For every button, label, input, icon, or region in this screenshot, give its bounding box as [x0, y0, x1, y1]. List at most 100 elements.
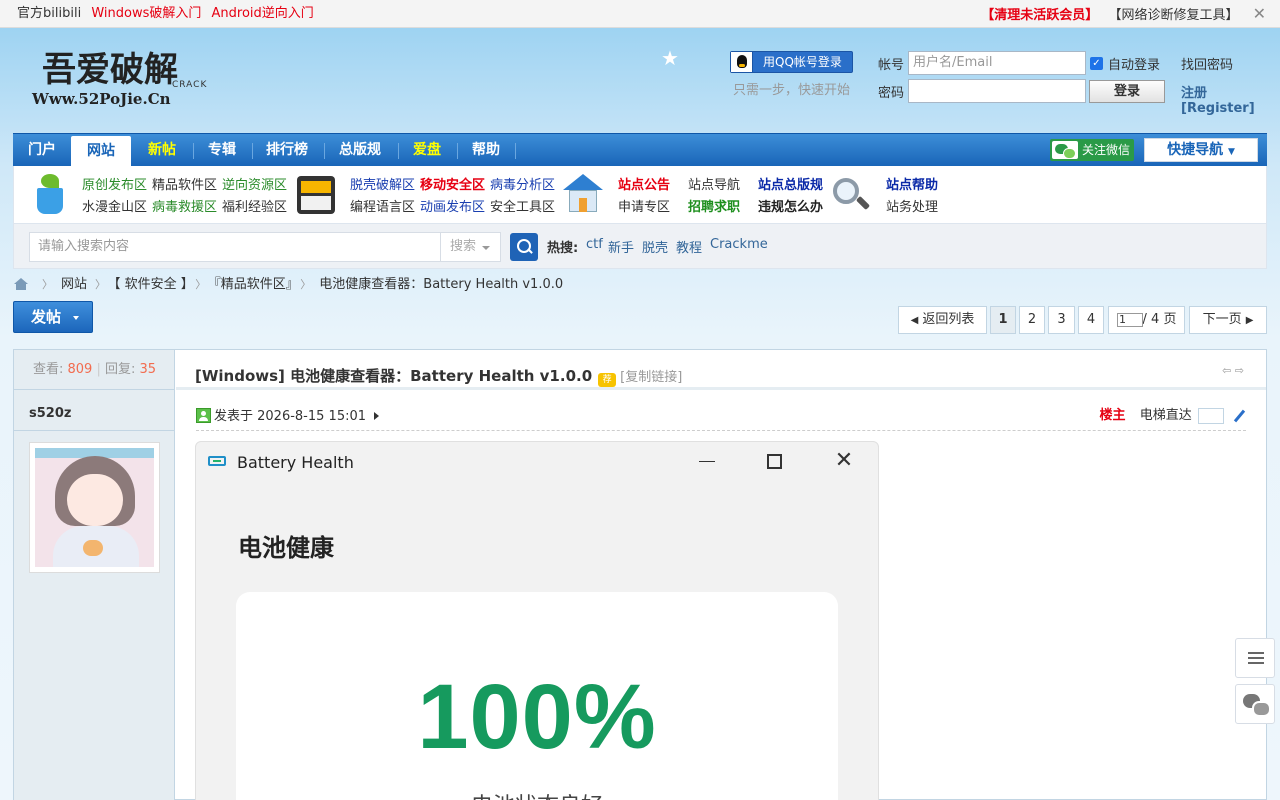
floating-menu-button[interactable]	[1235, 638, 1275, 678]
hot-search-crackme[interactable]: Crackme	[710, 237, 768, 252]
site-affairs[interactable]: 站务处理	[886, 196, 938, 215]
divider	[14, 430, 175, 431]
hot-search-label: 热搜:	[547, 241, 579, 256]
magnifier-icon	[831, 176, 871, 214]
account-input[interactable]: 用户名/Email	[908, 51, 1086, 75]
main-nav: 门户 网站 新帖 专辑 排行榜 总版规 爱盘 帮助 关注微信 快捷导航 ▼	[13, 133, 1267, 167]
forum-original-release[interactable]: 原创发布区	[82, 174, 147, 193]
nav-item-ranking[interactable]: 排行榜	[258, 134, 316, 167]
follow-wechat-button[interactable]: 关注微信	[1050, 139, 1134, 161]
page-1[interactable]: 1	[990, 306, 1016, 334]
hot-search-newbie[interactable]: 新手	[608, 237, 634, 256]
forum-mobile-security[interactable]: 移动安全区	[420, 174, 485, 193]
auto-login-label: 自动登录	[1108, 58, 1161, 73]
nav-item-rules[interactable]: 总版规	[331, 134, 389, 167]
site-navigation[interactable]: 站点导航	[688, 174, 740, 193]
author-name[interactable]: s520z	[29, 406, 71, 421]
copy-link-button[interactable]: [复制链接]	[620, 370, 682, 385]
page-3[interactable]: 3	[1048, 306, 1075, 334]
elevator-input[interactable]	[1197, 407, 1224, 424]
login-button[interactable]: 登录	[1089, 80, 1165, 103]
battery-app-icon	[208, 456, 226, 466]
site-logo[interactable]: 吾爱破解 Www.52PoJie.Cn CRACK	[30, 44, 220, 116]
hot-search-ctf[interactable]: ctf	[586, 237, 603, 252]
nav-item-help[interactable]: 帮助	[463, 134, 509, 167]
recommend-icon: 荐	[598, 373, 617, 387]
forum-welfare-experience[interactable]: 福利经验区	[222, 196, 287, 215]
page-jump-input[interactable]: 1	[1117, 313, 1143, 327]
forum-reverse-resources[interactable]: 逆向资源区	[222, 174, 287, 193]
android-reverse-link[interactable]: Android逆向入门	[212, 6, 314, 21]
nav-item-albums[interactable]: 专辑	[199, 134, 245, 167]
house-icon	[563, 174, 603, 214]
logo-crack: CRACK	[172, 80, 208, 90]
hot-search-tutorial[interactable]: 教程	[676, 237, 702, 256]
breadcrumb-website[interactable]: 网站	[61, 277, 87, 292]
quick-nav-dropdown[interactable]: 快捷导航 ▼	[1144, 138, 1258, 162]
qq-login-button[interactable]: 用QQ帐号登录	[730, 51, 853, 73]
new-post-button[interactable]: 发帖	[13, 301, 93, 333]
next-thread-icon[interactable]: ⇨	[1235, 364, 1244, 377]
app-titlebar: Battery Health ✕	[196, 442, 878, 482]
nav-item-portal[interactable]: 门户	[19, 134, 65, 167]
cleanup-members-link[interactable]: 【清理未活跃会员】	[981, 8, 1098, 23]
nav-divider	[324, 143, 325, 159]
site-general-rules[interactable]: 站点总版规	[758, 174, 823, 193]
expand-arrow-icon[interactable]	[374, 412, 380, 420]
breadcrumb-premium-software[interactable]: 『精品软件区』	[214, 277, 292, 292]
jobs-link[interactable]: 招聘求职	[688, 196, 740, 215]
forum-premium-software[interactable]: 精品软件区	[152, 174, 217, 193]
forum-unpack-crack[interactable]: 脱壳破解区	[350, 174, 415, 193]
windows-crack-link[interactable]: Windows破解入门	[91, 6, 201, 21]
forum-virus-rescue[interactable]: 病毒救援区	[152, 196, 217, 215]
thread-post: 查看: 809 | 回复: 35 s520z [Windows] 电池健康查看器…	[13, 349, 1267, 800]
nav-item-aipan[interactable]: 爱盘	[404, 134, 450, 167]
nav-divider	[457, 143, 458, 159]
plant-pot-icon	[33, 174, 67, 214]
post-meta: 发表于 2026-8-15 15:01	[196, 405, 380, 424]
total-pages: / 4 页	[1142, 312, 1177, 327]
auto-login-checkbox[interactable]: ✓	[1090, 57, 1103, 70]
search-button[interactable]	[510, 233, 538, 261]
application-zone[interactable]: 申请专区	[618, 196, 670, 215]
register-link[interactable]: 注册[Register]	[1181, 82, 1280, 116]
page-4[interactable]: 4	[1078, 306, 1104, 334]
breadcrumb-software-security[interactable]: 【 软件安全 】	[114, 277, 187, 292]
account-label: 帐号	[878, 58, 905, 73]
back-to-list-button[interactable]: ◀ 返回列表	[898, 306, 987, 334]
avatar[interactable]	[29, 442, 160, 573]
find-password-link[interactable]: 找回密码	[1181, 54, 1233, 73]
forum-water-flood[interactable]: 水漫金山区	[82, 196, 147, 215]
site-announcements[interactable]: 站点公告	[618, 174, 670, 193]
page-jump: 1 / 4 页	[1108, 306, 1185, 334]
search-input[interactable]: 请输入搜索内容	[29, 232, 441, 262]
nav-item-website[interactable]: 网站	[71, 136, 131, 167]
close-icon[interactable]: ✕	[1253, 4, 1266, 23]
forum-programming[interactable]: 编程语言区	[350, 196, 415, 215]
search-bar: 请输入搜索内容 搜索 热搜: ctf 新手 脱壳 教程 Crackme	[13, 224, 1267, 269]
network-repair-link[interactable]: 【网络诊断修复工具】	[1108, 8, 1238, 23]
site-help[interactable]: 站点帮助	[886, 174, 938, 193]
toolbox-icon	[297, 176, 335, 214]
forum-security-tools[interactable]: 安全工具区	[490, 196, 555, 215]
home-icon[interactable]	[14, 278, 28, 290]
page-2[interactable]: 2	[1019, 306, 1045, 334]
bilibili-link[interactable]: 官方bilibili	[17, 6, 81, 21]
floor-label: 楼主	[1099, 408, 1126, 423]
go-floor-icon[interactable]	[1232, 409, 1246, 423]
forum-animation-release[interactable]: 动画发布区	[420, 196, 485, 215]
wechat-icon	[1243, 694, 1271, 717]
battery-health-screenshot: Battery Health ✕ 电池健康 100% 电池状态良好	[195, 441, 879, 800]
hot-search-unpack[interactable]: 脱壳	[642, 237, 668, 256]
forum-quick-links: 原创发布区 精品软件区 逆向资源区 水漫金山区 病毒救援区 福利经验区 脱壳破解…	[13, 166, 1267, 224]
forum-virus-analysis[interactable]: 病毒分析区	[490, 174, 555, 193]
next-page-button[interactable]: 下一页 ▶	[1189, 306, 1267, 334]
violation-help[interactable]: 违规怎么办	[758, 196, 823, 215]
password-input[interactable]	[908, 79, 1086, 103]
search-type-select[interactable]: 搜索	[441, 232, 501, 262]
nav-item-new-posts[interactable]: 新帖	[139, 134, 185, 167]
prev-thread-icon[interactable]: ⇦	[1222, 364, 1231, 377]
floating-wechat-button[interactable]	[1235, 684, 1275, 724]
password-label: 密码	[878, 86, 905, 101]
app-title: Battery Health	[237, 453, 354, 472]
